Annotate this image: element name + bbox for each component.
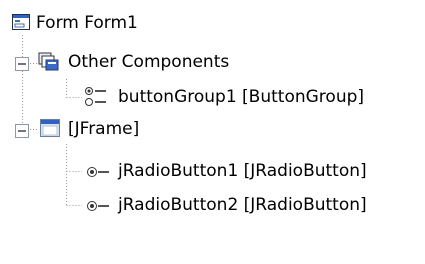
tree-node-form[interactable]: Form Form1 <box>0 8 250 38</box>
button-group-icon <box>84 86 108 113</box>
radio-button-icon <box>86 164 110 184</box>
collapse-toggle-icon[interactable] <box>15 123 29 138</box>
tree-node-button-group[interactable]: buttonGroup1 [ButtonGroup] <box>0 82 425 112</box>
tree-node-label: jRadioButton2 [JRadioButton] <box>118 195 367 215</box>
tree-node-jradiobutton1[interactable]: jRadioButton1 [JRadioButton] <box>0 156 425 186</box>
tree-node-label: buttonGroup1 [ButtonGroup] <box>118 87 365 107</box>
other-components-icon <box>38 52 60 77</box>
tree-node-label: Form Form1 <box>36 13 138 33</box>
tree-node-other-components[interactable]: Other Components <box>0 47 300 77</box>
tree-node-jframe[interactable]: [JFrame] <box>0 114 300 144</box>
radio-button-icon <box>86 198 110 218</box>
tree-node-label: Other Components <box>68 52 230 72</box>
form-icon <box>12 14 30 35</box>
tree-node-label: jRadioButton1 [JRadioButton] <box>118 161 367 181</box>
collapse-toggle-icon[interactable] <box>15 56 29 71</box>
tree-node-jradiobutton2[interactable]: jRadioButton2 [JRadioButton] <box>0 190 425 220</box>
tree-node-label: [JFrame] <box>68 119 140 139</box>
jframe-icon <box>40 119 60 142</box>
